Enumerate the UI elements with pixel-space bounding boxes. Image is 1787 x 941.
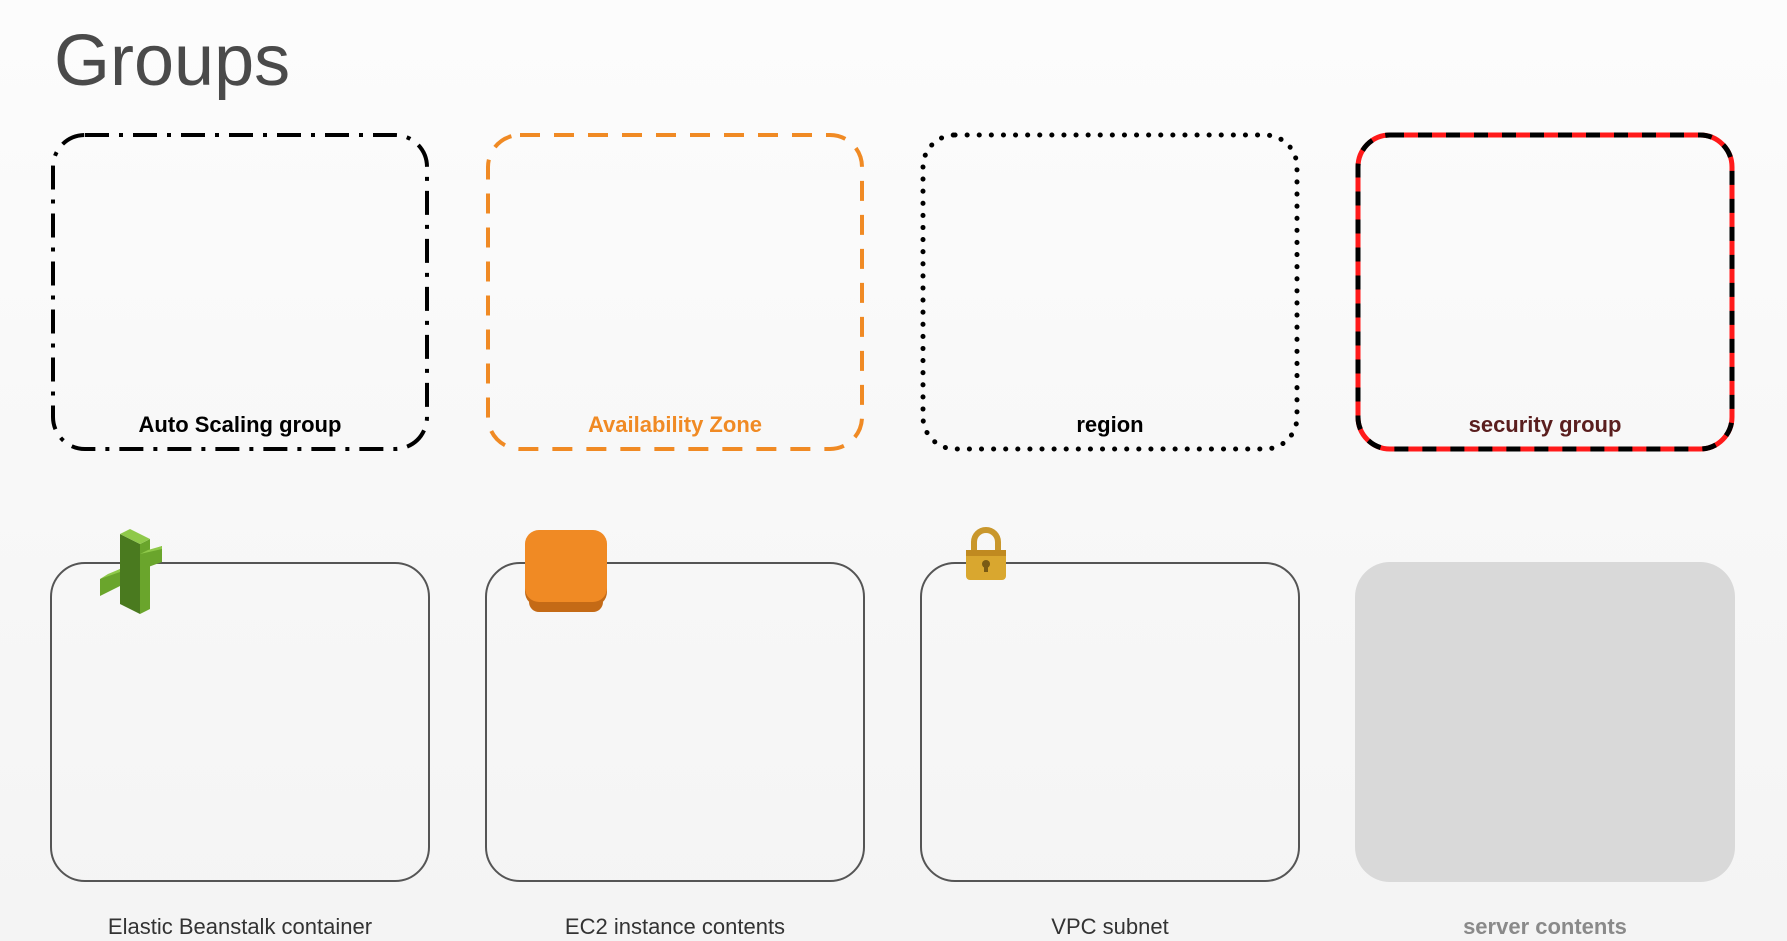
group-ec2: EC2 instance contents: [485, 562, 865, 902]
auto-scaling-border: [50, 132, 430, 452]
lock-icon: [956, 524, 1016, 584]
group-server-contents: server contents: [1355, 562, 1735, 902]
server-box: [1355, 562, 1735, 882]
groups-grid: Auto Scaling group Availability Zone reg…: [50, 132, 1737, 932]
group-auto-scaling: Auto Scaling group: [50, 132, 430, 472]
page-title: Groups: [54, 20, 1737, 102]
group-availability-zone: Availability Zone: [485, 132, 865, 472]
availability-zone-label: Availability Zone: [485, 412, 865, 438]
group-region: region: [920, 132, 1300, 472]
beanstalk-label: Elastic Beanstalk container: [50, 914, 430, 940]
region-border: [920, 132, 1300, 452]
group-security-group: security group: [1355, 132, 1735, 472]
vpc-label: VPC subnet: [920, 914, 1300, 940]
availability-zone-border: [485, 132, 865, 452]
ec2-icon: [525, 530, 607, 608]
diagram-page: Groups Auto Scaling group Availability Z…: [0, 0, 1787, 941]
group-vpc-subnet: VPC subnet: [920, 562, 1300, 902]
region-label: region: [920, 412, 1300, 438]
server-label: server contents: [1355, 914, 1735, 940]
ec2-box: [485, 562, 865, 882]
auto-scaling-label: Auto Scaling group: [50, 412, 430, 438]
security-group-label: security group: [1355, 412, 1735, 438]
beanstalk-icon: [90, 524, 170, 604]
group-beanstalk: Elastic Beanstalk container: [50, 562, 430, 902]
security-group-border: [1355, 132, 1735, 452]
vpc-box: [920, 562, 1300, 882]
ec2-label: EC2 instance contents: [485, 914, 865, 940]
